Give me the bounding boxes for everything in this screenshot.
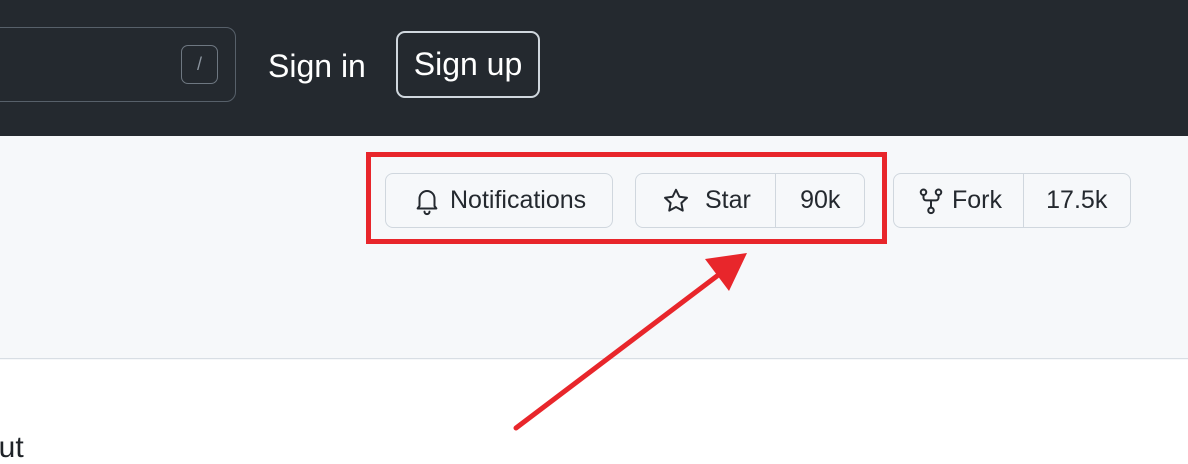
fork-button[interactable]: Fork	[894, 174, 1024, 227]
top-navigation-bar: / Sign in Sign up	[0, 0, 1188, 136]
sign-up-button[interactable]: Sign up	[396, 31, 540, 98]
repository-content	[0, 360, 1188, 464]
search-shortcut-key: /	[181, 45, 218, 84]
fork-count[interactable]: 17.5k	[1024, 174, 1131, 227]
sign-in-link[interactable]: Sign in	[268, 46, 366, 86]
repo-forked-icon	[916, 186, 946, 216]
fork-label: Fork	[952, 186, 1002, 214]
fork-button-group: Fork 17.5k	[893, 173, 1131, 228]
annotation-highlight-box	[366, 152, 887, 244]
about-heading: out	[0, 431, 24, 464]
page: / Sign in Sign up out Notifications Star…	[0, 0, 1188, 464]
